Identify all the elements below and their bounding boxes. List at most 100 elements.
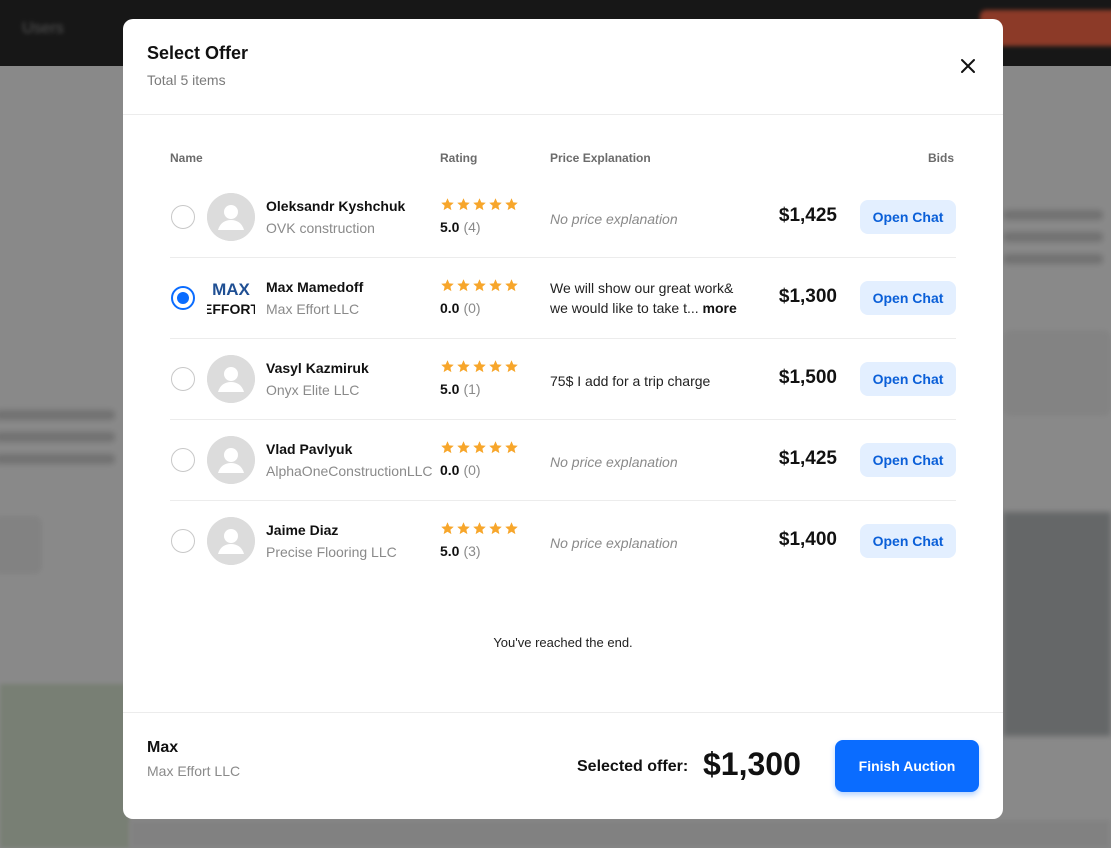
star-icon — [457, 441, 470, 454]
avatar — [207, 517, 255, 565]
rating-count: (0) — [463, 462, 481, 478]
svg-text:MAX: MAX — [212, 280, 250, 299]
star-icon — [441, 360, 454, 373]
rating-summary: 0.0 (0) — [440, 300, 481, 316]
offer-radio[interactable] — [171, 286, 195, 310]
column-price-header: Price Explanation — [550, 151, 651, 165]
star-icon — [505, 522, 518, 535]
modal-title: Select Offer — [147, 43, 249, 63]
rating-summary: 5.0 (3) — [440, 543, 481, 559]
open-chat-button[interactable]: Open Chat — [860, 200, 956, 234]
rating-summary: 0.0 (0) — [440, 462, 481, 478]
rating-stars — [440, 521, 519, 537]
star-icon — [489, 441, 502, 454]
offer-row[interactable]: Jaime Diaz Precise Flooring LLC 5.0 (3) No p… — [170, 501, 956, 582]
star-icon — [473, 441, 486, 454]
contractor-name: Oleksandr Kyshchuk — [266, 198, 406, 214]
star-icon — [489, 279, 502, 292]
column-rating-header: Rating — [440, 151, 478, 165]
price-explanation-text: No price explanation — [550, 454, 678, 470]
modal-header: Select Offer Total 5 items — [123, 19, 1003, 115]
contractor-company: Precise Flooring LLC — [266, 544, 397, 560]
column-name-header: Name — [170, 151, 203, 165]
rating-value: 5.0 — [440, 381, 460, 397]
open-chat-button[interactable]: Open Chat — [860, 524, 956, 558]
offer-row[interactable]: MAX EFFORT Max Mamedoff Max Effort LLC 0.0 (0… — [170, 258, 956, 339]
user-placeholder-icon — [207, 517, 255, 565]
star-icon — [473, 279, 486, 292]
table-header: Name Rating Price Explanation Bids — [170, 151, 956, 177]
finish-auction-button[interactable]: Finish Auction — [835, 740, 979, 792]
price-explanation-text: 75$ I add for a trip charge — [550, 373, 711, 389]
star-icon — [489, 198, 502, 211]
selected-contractor-name: Max — [147, 739, 179, 756]
open-chat-button[interactable]: Open Chat — [860, 443, 956, 477]
contractor-name: Jaime Diaz — [266, 522, 339, 538]
avatar — [207, 193, 255, 241]
star-icon — [505, 198, 518, 211]
company-logo: MAX EFFORT — [203, 278, 259, 318]
user-placeholder-icon — [207, 355, 255, 403]
rating-stars — [440, 440, 519, 456]
bid-amount: $1,425 — [778, 448, 837, 469]
star-icon — [473, 198, 486, 211]
contractor-company: Max Effort LLC — [266, 301, 360, 317]
rating-count: (4) — [463, 219, 481, 235]
price-explanation-text: No price explanation — [550, 535, 678, 551]
offer-radio[interactable] — [171, 367, 195, 391]
bid-amount: $1,400 — [778, 529, 837, 550]
offer-radio[interactable] — [171, 529, 195, 553]
modal-footer: Max Max Effort LLC Selected offer: $1,30… — [123, 712, 1003, 819]
star-icon — [457, 522, 470, 535]
close-button[interactable] — [957, 55, 979, 77]
price-explanation: No price explanation — [550, 533, 750, 553]
rating-count: (3) — [463, 543, 481, 559]
price-explanation-text: No price explanation — [550, 211, 678, 227]
modal-subtitle: Total 5 items — [147, 72, 226, 88]
contractor-name: Vlad Pavlyuk — [266, 441, 353, 457]
selected-offer-label: Selected offer: — [577, 758, 689, 775]
price-explanation: No price explanation — [550, 209, 750, 229]
star-icon — [441, 522, 454, 535]
open-chat-button[interactable]: Open Chat — [860, 281, 956, 315]
rating-value: 0.0 — [440, 462, 460, 478]
star-icon — [441, 279, 454, 292]
offers-list: Oleksandr Kyshchuk OVK construction 5.0 (4)… — [170, 177, 956, 582]
bid-amount: $1,300 — [778, 286, 837, 307]
end-of-list-message: You've reached the end. — [493, 635, 633, 650]
offer-radio[interactable] — [171, 205, 195, 229]
star-icon — [473, 522, 486, 535]
star-icon — [441, 441, 454, 454]
rating-count: (0) — [463, 300, 481, 316]
selected-offer-amount: $1,300 — [703, 746, 801, 782]
offer-row[interactable]: Vlad Pavlyuk AlphaOneConstructionLLC 0.0 (0… — [170, 420, 956, 501]
svg-text:EFFORT: EFFORT — [207, 301, 255, 317]
offer-row[interactable]: Vasyl Kazmiruk Onyx Elite LLC 5.0 (1) 75$ I … — [170, 339, 956, 420]
avatar — [207, 436, 255, 484]
offers-table: Name Rating Price Explanation Bids Oleks… — [170, 151, 956, 582]
user-placeholder-icon — [207, 436, 255, 484]
contractor-company: OVK construction — [266, 220, 375, 236]
price-explanation: No price explanation — [550, 452, 750, 472]
contractor-company: AlphaOneConstructionLLC — [266, 463, 433, 479]
rating-stars — [440, 197, 519, 213]
star-icon — [505, 441, 518, 454]
star-icon — [489, 522, 502, 535]
selected-contractor-company: Max Effort LLC — [147, 763, 241, 779]
close-icon — [961, 59, 975, 73]
rating-value: 5.0 — [440, 543, 460, 559]
rating-summary: 5.0 (4) — [440, 219, 481, 235]
price-explanation: 75$ I add for a trip charge — [550, 371, 750, 391]
star-icon — [489, 360, 502, 373]
rating-value: 0.0 — [440, 300, 460, 316]
contractor-company: Onyx Elite LLC — [266, 382, 360, 398]
bid-amount: $1,425 — [778, 205, 837, 226]
more-link[interactable]: more — [703, 300, 737, 316]
offer-row[interactable]: Oleksandr Kyshchuk OVK construction 5.0 (4)… — [170, 177, 956, 258]
rating-stars — [440, 359, 519, 375]
bid-amount: $1,500 — [778, 367, 837, 388]
select-offer-modal: Select Offer Total 5 items Name Rating P… — [123, 19, 1003, 819]
open-chat-button[interactable]: Open Chat — [860, 362, 956, 396]
offer-radio[interactable] — [171, 448, 195, 472]
column-bids-header: Bids — [927, 151, 954, 165]
